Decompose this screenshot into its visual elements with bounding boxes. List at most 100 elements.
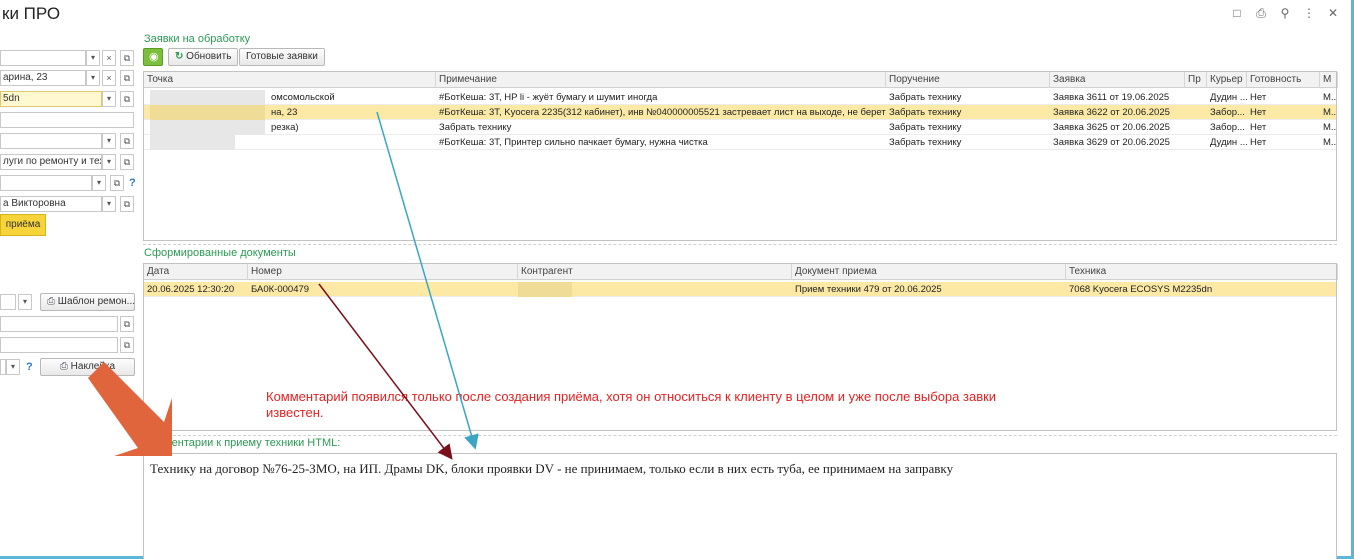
- chevron-down-icon[interactable]: ▾: [86, 50, 100, 66]
- col-header[interactable]: Точка: [144, 72, 436, 88]
- address-field[interactable]: арина, 23: [0, 70, 86, 86]
- col-header[interactable]: Готовность: [1247, 72, 1320, 88]
- label-button[interactable]: ⎙ Наклейка: [40, 358, 135, 376]
- cell-m: М..: [1323, 137, 1337, 148]
- print-icon[interactable]: ⎙: [1254, 6, 1268, 20]
- cell-doc: Прием техники 479 от 20.06.2025: [795, 284, 942, 295]
- col-header[interactable]: Примечание: [436, 72, 886, 88]
- requests-table: Точка Примечание Поручение Заявка Пр Кур…: [143, 71, 1338, 241]
- cell-number: БА0К-000479: [251, 284, 310, 295]
- col-header[interactable]: Заявка: [1050, 72, 1185, 88]
- ready-requests-button[interactable]: Готовые заявки: [239, 48, 325, 66]
- refresh-button[interactable]: ↻ Обновить: [168, 48, 239, 66]
- comment-field[interactable]: Технику на договор №76-25-ЗМО, на ИП. Др…: [143, 453, 1337, 559]
- open-icon[interactable]: ⧉: [110, 175, 124, 191]
- open-icon[interactable]: ⧉: [120, 196, 134, 212]
- save-icon[interactable]: □: [1230, 6, 1244, 20]
- redacted-block: [150, 105, 265, 120]
- cell-m: М..: [1323, 107, 1337, 118]
- window-title: ки ПРО: [2, 4, 61, 23]
- cell-m: М..: [1323, 92, 1337, 103]
- open-icon[interactable]: ⧉: [120, 154, 134, 170]
- redacted-block: [518, 282, 572, 297]
- left-field-9[interactable]: [0, 294, 16, 310]
- cell-point: на, 23: [271, 107, 298, 118]
- clear-icon[interactable]: ×: [102, 50, 116, 66]
- serial-field[interactable]: 5dn: [0, 91, 102, 107]
- splitter[interactable]: [143, 435, 1337, 436]
- left-field-7[interactable]: [0, 175, 92, 191]
- cell-task: Забрать технику: [889, 107, 962, 118]
- repair-template-button[interactable]: ⎙ Шаблон ремон...: [40, 293, 135, 311]
- left-field-11[interactable]: [0, 337, 118, 353]
- label-button-label: Наклейка: [70, 361, 116, 372]
- table-row[interactable]: омсомольской #БотКеша: 3Т, HP li - жуёт …: [144, 90, 1336, 105]
- left-field-4[interactable]: [0, 112, 134, 128]
- col-header[interactable]: Пр: [1185, 72, 1207, 88]
- comments-section-title: Комментарии к приему техники HTML:: [144, 437, 341, 449]
- open-icon[interactable]: ⧉: [120, 316, 134, 332]
- repair-template-label: Шаблон ремон...: [57, 296, 136, 307]
- services-field[interactable]: луги по ремонту и техни: [0, 154, 102, 170]
- left-field-10[interactable]: [0, 316, 118, 332]
- help-icon[interactable]: ?: [129, 177, 136, 189]
- refresh-icon: ↻: [175, 51, 187, 62]
- cell-ready: Нет: [1250, 107, 1267, 118]
- cell-courier: Дудин ...: [1210, 92, 1247, 103]
- cell-note: Забрать технику: [439, 122, 512, 133]
- col-header[interactable]: Техника: [1066, 264, 1338, 280]
- table-row[interactable]: #БотКеша: 3Т, Принтер сильно пачкает бум…: [144, 135, 1336, 150]
- chevron-down-icon[interactable]: ▾: [18, 294, 32, 310]
- table-row-selected[interactable]: на, 23 #БотКеша: 3Т, Kyocera 2235(312 ка…: [144, 105, 1336, 120]
- col-header[interactable]: Дата: [144, 264, 248, 280]
- clear-icon[interactable]: ×: [102, 70, 116, 86]
- cell-request: Заявка 3625 от 20.06.2025: [1053, 122, 1170, 133]
- col-header[interactable]: Поручение: [886, 72, 1050, 88]
- person-field[interactable]: а Викторовна: [0, 196, 102, 212]
- preview-icon[interactable]: ⚲: [1278, 6, 1292, 20]
- request-action-button[interactable]: ◉: [143, 48, 163, 66]
- cell-request: Заявка 3611 от 19.06.2025: [1053, 92, 1170, 103]
- left-field-1[interactable]: [0, 50, 86, 66]
- col-header[interactable]: Документ приема: [792, 264, 1066, 280]
- cell-point: [268, 135, 436, 150]
- chevron-down-icon[interactable]: ▾: [86, 70, 100, 86]
- open-icon[interactable]: ⧉: [120, 133, 134, 149]
- open-icon[interactable]: ⧉: [120, 50, 134, 66]
- open-icon[interactable]: ⧉: [120, 91, 134, 107]
- cell-note: #БотКеша: 3Т, HP li - жуёт бумагу и шуми…: [439, 92, 658, 103]
- col-header[interactable]: М: [1320, 72, 1338, 88]
- redacted-block: [150, 135, 235, 150]
- more-menu-icon[interactable]: ⋮: [1302, 6, 1316, 20]
- col-header[interactable]: Курьер: [1207, 72, 1247, 88]
- cell-courier: Забор...: [1210, 122, 1245, 133]
- close-icon[interactable]: ✕: [1326, 6, 1340, 20]
- comment-text: Технику на договор №76-25-ЗМО, на ИП. Др…: [150, 461, 954, 476]
- table-row[interactable]: резка) Забрать технику Забрать технику З…: [144, 120, 1336, 135]
- redacted-block: [150, 90, 265, 105]
- cell-date: 20.06.2025 12:30:20: [147, 284, 235, 295]
- accept-button[interactable]: приёма: [0, 214, 46, 236]
- chevron-down-icon[interactable]: ▾: [102, 154, 116, 170]
- cell-ready: Нет: [1250, 92, 1267, 103]
- left-field-5[interactable]: [0, 133, 102, 149]
- table-row-selected[interactable]: 20.06.2025 12:30:20 БА0К-000479 Прием те…: [144, 282, 1336, 297]
- cell-request: Заявка 3629 от 20.06.2025: [1053, 137, 1170, 148]
- chevron-down-icon[interactable]: ▾: [102, 196, 116, 212]
- chevron-down-icon[interactable]: ▾: [102, 133, 116, 149]
- open-icon[interactable]: ⧉: [120, 337, 134, 353]
- cell-request: Заявка 3622 от 20.06.2025: [1053, 107, 1170, 118]
- help-icon[interactable]: ?: [26, 361, 33, 373]
- chevron-down-icon[interactable]: ▾: [102, 91, 116, 107]
- requests-table-header: Точка Примечание Поручение Заявка Пр Кур…: [144, 72, 1338, 88]
- splitter[interactable]: [143, 244, 1337, 245]
- cell-task: Забрать технику: [889, 92, 962, 103]
- chevron-down-icon[interactable]: ▾: [6, 359, 20, 375]
- open-icon[interactable]: ⧉: [120, 70, 134, 86]
- col-header[interactable]: Контрагент: [518, 264, 792, 280]
- cell-point: омсомольской: [271, 92, 335, 103]
- chevron-down-icon[interactable]: ▾: [92, 175, 106, 191]
- redacted-block: [150, 120, 265, 135]
- col-header[interactable]: Номер: [248, 264, 518, 280]
- documents-table-header: Дата Номер Контрагент Документ приема Те…: [144, 264, 1338, 280]
